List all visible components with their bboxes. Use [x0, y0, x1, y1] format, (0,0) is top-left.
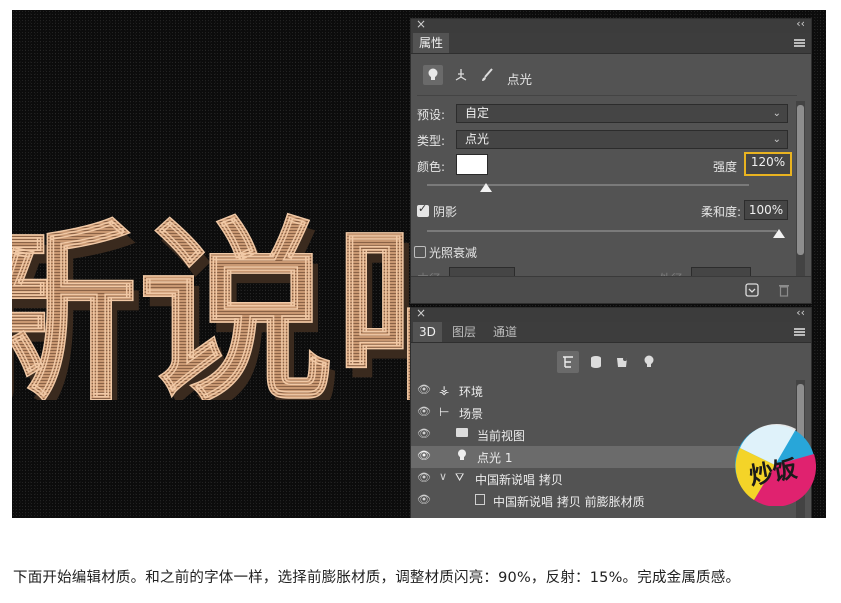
intensity-label: 强度 — [713, 160, 738, 174]
eye-icon[interactable]: 👁 — [417, 383, 431, 397]
close-icon[interactable]: × — [416, 306, 426, 320]
properties-footer — [411, 276, 811, 303]
coordinates-icon[interactable] — [451, 65, 471, 85]
color-label: 颜色: — [417, 160, 446, 174]
meshes-icon[interactable] — [585, 351, 607, 373]
tab-layers[interactable]: 图层 — [446, 322, 482, 342]
artwork-main-text: 新说唱 — [12, 201, 412, 400]
preset-label: 预设: — [417, 108, 446, 122]
panel-menu-icon[interactable] — [794, 328, 805, 336]
tab-3d[interactable]: 3D — [413, 322, 442, 342]
type-value: 点光 — [465, 132, 490, 146]
layer-label: 中国新说唱 拷贝 — [475, 473, 563, 487]
caption-text: 下面开始编辑材质。和之前的字体一样，选择前膨胀材质，调整材质闪亮：90%，反射：… — [13, 570, 741, 586]
light-to-view-icon[interactable] — [743, 281, 761, 299]
chevron-down-icon[interactable]: ∨ — [439, 470, 447, 483]
watermark-badge: 炒饭 — [735, 424, 816, 506]
eye-icon[interactable]: 👁 — [417, 405, 431, 419]
scene-icon: ⊢ — [439, 405, 450, 419]
brush-icon[interactable] — [477, 65, 497, 85]
environment-icon: ⚶ — [439, 383, 450, 397]
type-select[interactable]: 点光 ⌄ — [456, 130, 788, 149]
intensity-slider-track[interactable] — [427, 184, 749, 186]
softness-label: 柔和度: — [701, 205, 742, 219]
properties-scroll-thumb[interactable] — [797, 105, 804, 255]
lightbulb-icon — [457, 449, 467, 465]
intensity-field[interactable]: 120% — [744, 152, 792, 176]
chevron-down-icon: ⌄ — [772, 108, 781, 119]
layer-row-environment[interactable]: 👁 ⚶ 环境 — [411, 380, 793, 402]
falloff-checkbox[interactable] — [414, 246, 426, 258]
preset-value: 自定 — [465, 106, 490, 120]
mode-title: 点光 — [507, 72, 533, 87]
tab-channels[interactable]: 通道 — [487, 322, 523, 342]
softness-slider-thumb[interactable] — [773, 229, 785, 238]
preset-select[interactable]: 自定 ⌄ — [456, 104, 788, 123]
color-swatch[interactable] — [456, 154, 488, 175]
whole-scene-icon[interactable] — [557, 351, 579, 373]
screenshot-canvas: 新说唱 新说唱 × ‹‹ 属性 点光 预设: 自定 ⌄ 类型: — [12, 10, 826, 518]
eye-icon[interactable]: 👁 — [417, 449, 431, 463]
shadow-label: 阴影 — [433, 205, 458, 219]
divider — [417, 95, 797, 96]
intensity-slider-thumb[interactable] — [480, 183, 492, 192]
properties-panel: × ‹‹ 属性 点光 预设: 自定 ⌄ 类型: 点光 ⌄ 颜色: 强度 120%… — [410, 17, 812, 304]
shadow-checkbox[interactable] — [417, 202, 429, 217]
layer-row-scene[interactable]: 👁 ⊢ 场景 — [411, 402, 793, 424]
collapse-icon[interactable]: ‹‹ — [796, 17, 805, 30]
close-icon[interactable]: × — [416, 17, 426, 31]
3d-tabbar: 3D 图层 通道 — [411, 322, 811, 343]
panel-menu-icon[interactable] — [794, 39, 805, 47]
3d-text-artwork: 新说唱 新说唱 — [12, 200, 412, 400]
layer-label: 当前视图 — [477, 429, 526, 443]
properties-scrollbar[interactable] — [796, 101, 805, 277]
softness-field[interactable]: 100% — [744, 200, 788, 220]
panel-header-strip: × ‹‹ — [411, 306, 811, 322]
eye-icon[interactable]: 👁 — [417, 427, 431, 441]
camera-icon — [456, 428, 468, 437]
eye-icon[interactable]: 👁 — [417, 471, 431, 485]
layer-label: 场景 — [459, 407, 484, 421]
layer-label: 环境 — [459, 385, 484, 399]
properties-tabbar: 属性 — [411, 33, 811, 54]
falloff-label: 光照衰减 — [429, 246, 478, 260]
tab-properties[interactable]: 属性 — [413, 33, 450, 53]
softness-slider-track[interactable] — [427, 230, 777, 232]
collapse-icon[interactable]: ‹‹ — [796, 306, 805, 319]
panel-header-strip: × ‹‹ — [411, 17, 811, 33]
materials-icon[interactable] — [611, 351, 633, 373]
layer-label: 中国新说唱 拷贝 前膨胀材质 — [493, 495, 645, 509]
lights-icon[interactable] — [638, 351, 660, 373]
layer-label: 点光 1 — [477, 451, 513, 465]
trash-icon[interactable] — [775, 281, 793, 299]
lightbulb-icon[interactable] — [423, 65, 443, 85]
mesh-icon: ⛛ — [455, 471, 465, 484]
material-icon — [475, 494, 485, 505]
type-label: 类型: — [417, 134, 446, 148]
chevron-down-icon: ⌄ — [772, 134, 781, 145]
eye-icon[interactable]: 👁 — [417, 493, 431, 507]
